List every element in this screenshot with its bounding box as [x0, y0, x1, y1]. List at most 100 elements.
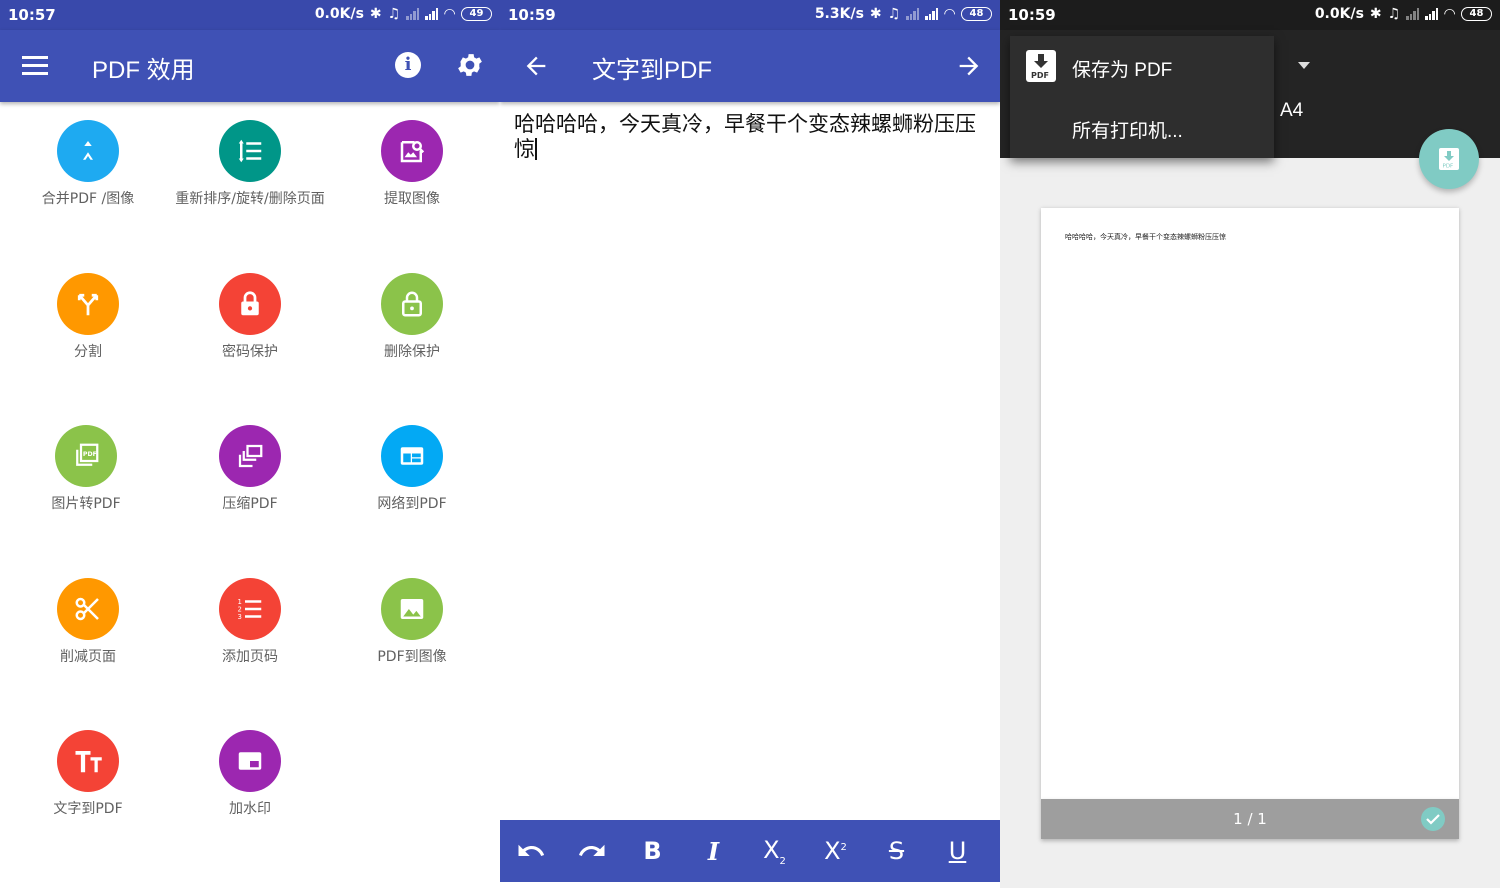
- bluetooth-icon: ✱: [369, 6, 382, 22]
- gear-icon[interactable]: [455, 50, 485, 80]
- app-bar: 文字到PDF: [500, 30, 1000, 102]
- check-icon[interactable]: [1421, 807, 1445, 831]
- compress-icon: [219, 425, 281, 487]
- status-time: 10:57: [8, 6, 56, 24]
- tool-web-to-pdf[interactable]: 网络到PDF: [331, 425, 493, 513]
- tool-remove-protection[interactable]: 删除保护: [331, 273, 493, 361]
- pdf-utilities-screen: 10:57 0.0K/s ✱ ♫ ◠ 49 PDF 效用 i 合并PDF /图像…: [0, 0, 500, 888]
- signal-icon: [1406, 8, 1420, 20]
- tool-images-to-pdf[interactable]: PDF 图片转PDF: [5, 425, 167, 513]
- mute-icon: ♫: [887, 6, 901, 22]
- all-printers-option[interactable]: 所有打印机...: [1072, 116, 1183, 143]
- unlock-icon: [381, 273, 443, 335]
- web-icon: [381, 425, 443, 487]
- paper-size[interactable]: A4: [1280, 100, 1303, 122]
- lock-icon: [219, 273, 281, 335]
- tool-text-to-pdf[interactable]: 文字到PDF: [7, 730, 169, 818]
- info-icon[interactable]: i: [395, 52, 421, 78]
- subscript-button[interactable]: X2: [744, 820, 805, 882]
- signal-icon: [406, 8, 420, 20]
- tool-password-protect[interactable]: 密码保护: [169, 273, 331, 361]
- save-as-pdf-option[interactable]: 保存为 PDF: [1072, 55, 1172, 82]
- network-speed: 0.0K/s: [1314, 6, 1364, 22]
- page-preview-text: 哈哈哈哈，今天真冷，早餐干个变态辣螺蛳粉压压惊: [1065, 233, 1226, 241]
- superscript-icon: X2: [824, 837, 847, 865]
- chevron-down-icon[interactable]: [1298, 62, 1310, 69]
- page-title: 文字到PDF: [592, 57, 712, 84]
- tool-label: 文字到PDF: [53, 801, 123, 817]
- tool-reorder-pages[interactable]: 重新排序/旋转/删除页面: [169, 120, 331, 208]
- tool-label: 添加页码: [222, 649, 278, 665]
- undo-icon: [518, 844, 544, 856]
- split-icon: [57, 273, 119, 335]
- merge-icon: [57, 120, 119, 182]
- wifi-icon: ◠: [444, 6, 455, 22]
- page-preview[interactable]: 哈哈哈哈，今天真冷，早餐干个变态辣螺蛳粉压压惊: [1041, 208, 1459, 800]
- tool-merge-pdf[interactable]: 合并PDF /图像: [7, 120, 169, 208]
- bold-button[interactable]: B: [622, 820, 683, 882]
- page-title: PDF 效用: [92, 57, 195, 84]
- signal-icon: [425, 8, 439, 20]
- print-preview-screen: 10:59 0.0K/s ✱ ♫ ◠ 48 A4 PDF 保存为 PDF 所有打…: [1000, 0, 1500, 888]
- redo-button[interactable]: [561, 820, 622, 882]
- text-to-pdf-screen: 10:59 5.3K/s ✱ ♫ ◠ 48 文字到PDF 哈哈哈哈，今天真冷，早…: [500, 0, 1000, 888]
- tool-watermark[interactable]: 加水印: [169, 730, 331, 818]
- editor-line: 惊: [514, 137, 535, 161]
- tool-split[interactable]: 分割: [7, 273, 169, 361]
- tool-label: 删除保护: [384, 344, 440, 360]
- text-caret: [535, 138, 537, 160]
- signal-icon: [906, 8, 920, 20]
- subscript-icon: X2: [763, 835, 786, 867]
- svg-text:3: 3: [238, 613, 242, 621]
- tool-label: PDF到图像: [377, 649, 447, 665]
- tool-label: 重新排序/旋转/删除页面: [175, 191, 325, 207]
- status-time: 10:59: [508, 6, 556, 24]
- scissors-icon: [57, 578, 119, 640]
- tool-extract-images[interactable]: 提取图像: [331, 120, 493, 208]
- tool-label: 压缩PDF: [222, 496, 278, 512]
- menu-icon[interactable]: [22, 56, 48, 76]
- reorder-icon: [219, 120, 281, 182]
- tool-label: 合并PDF /图像: [41, 191, 135, 207]
- status-icons: 0.0K/s ✱ ♫ ◠ 49: [315, 6, 492, 22]
- tool-label: 分割: [74, 344, 102, 360]
- svg-text:PDF: PDF: [83, 451, 97, 458]
- signal-icon: [925, 8, 939, 20]
- svg-text:PDF: PDF: [1031, 71, 1049, 80]
- tool-label: 削减页面: [60, 649, 116, 665]
- battery-icon: 49: [461, 7, 492, 21]
- underline-button[interactable]: U: [927, 820, 988, 882]
- editor-line: 哈哈哈哈，今天真冷，早餐干个变态辣螺蛳粉压压: [514, 112, 976, 136]
- wifi-icon: ◠: [944, 6, 955, 22]
- battery-icon: 48: [1461, 7, 1492, 21]
- strikethrough-button[interactable]: S: [866, 820, 927, 882]
- italic-button[interactable]: I: [683, 820, 744, 882]
- page-preview-footer: 1 / 1: [1041, 799, 1459, 839]
- status-icons: 0.0K/s ✱ ♫ ◠ 48: [1315, 6, 1492, 22]
- bluetooth-icon: ✱: [1369, 6, 1382, 22]
- tool-cut-pages[interactable]: 削减页面: [7, 578, 169, 666]
- superscript-button[interactable]: X2: [805, 820, 866, 882]
- status-bar: 10:59 5.3K/s ✱ ♫ ◠ 48: [500, 0, 1000, 30]
- text-editor[interactable]: 哈哈哈哈，今天真冷，早餐干个变态辣螺蛳粉压压 惊: [514, 112, 988, 162]
- wifi-icon: ◠: [1444, 6, 1455, 22]
- back-arrow-icon[interactable]: [522, 52, 550, 80]
- mute-icon: ♫: [1387, 6, 1401, 22]
- tool-pdf-to-images[interactable]: PDF到图像: [331, 578, 493, 666]
- tool-compress-pdf[interactable]: 压缩PDF: [169, 425, 331, 513]
- tool-label: 加水印: [229, 801, 271, 817]
- mute-icon: ♫: [387, 6, 401, 22]
- status-bar: 10:59 0.0K/s ✱ ♫ ◠ 48: [1000, 0, 1500, 30]
- forward-arrow-icon[interactable]: [955, 52, 983, 80]
- image-search-icon: [381, 120, 443, 182]
- image-icon: [381, 578, 443, 640]
- pdf-download-icon: PDF: [1439, 148, 1459, 170]
- bold-icon: B: [643, 837, 662, 865]
- tool-add-page-numbers[interactable]: 123 添加页码: [169, 578, 331, 666]
- format-toolbar: B I X2 X2 S U: [500, 820, 1000, 882]
- tool-label: 图片转PDF: [51, 496, 121, 512]
- underline-icon: U: [948, 837, 967, 865]
- save-pdf-button[interactable]: PDF: [1419, 129, 1479, 189]
- pdf-stack-icon: PDF: [55, 425, 117, 487]
- undo-button[interactable]: [500, 820, 561, 882]
